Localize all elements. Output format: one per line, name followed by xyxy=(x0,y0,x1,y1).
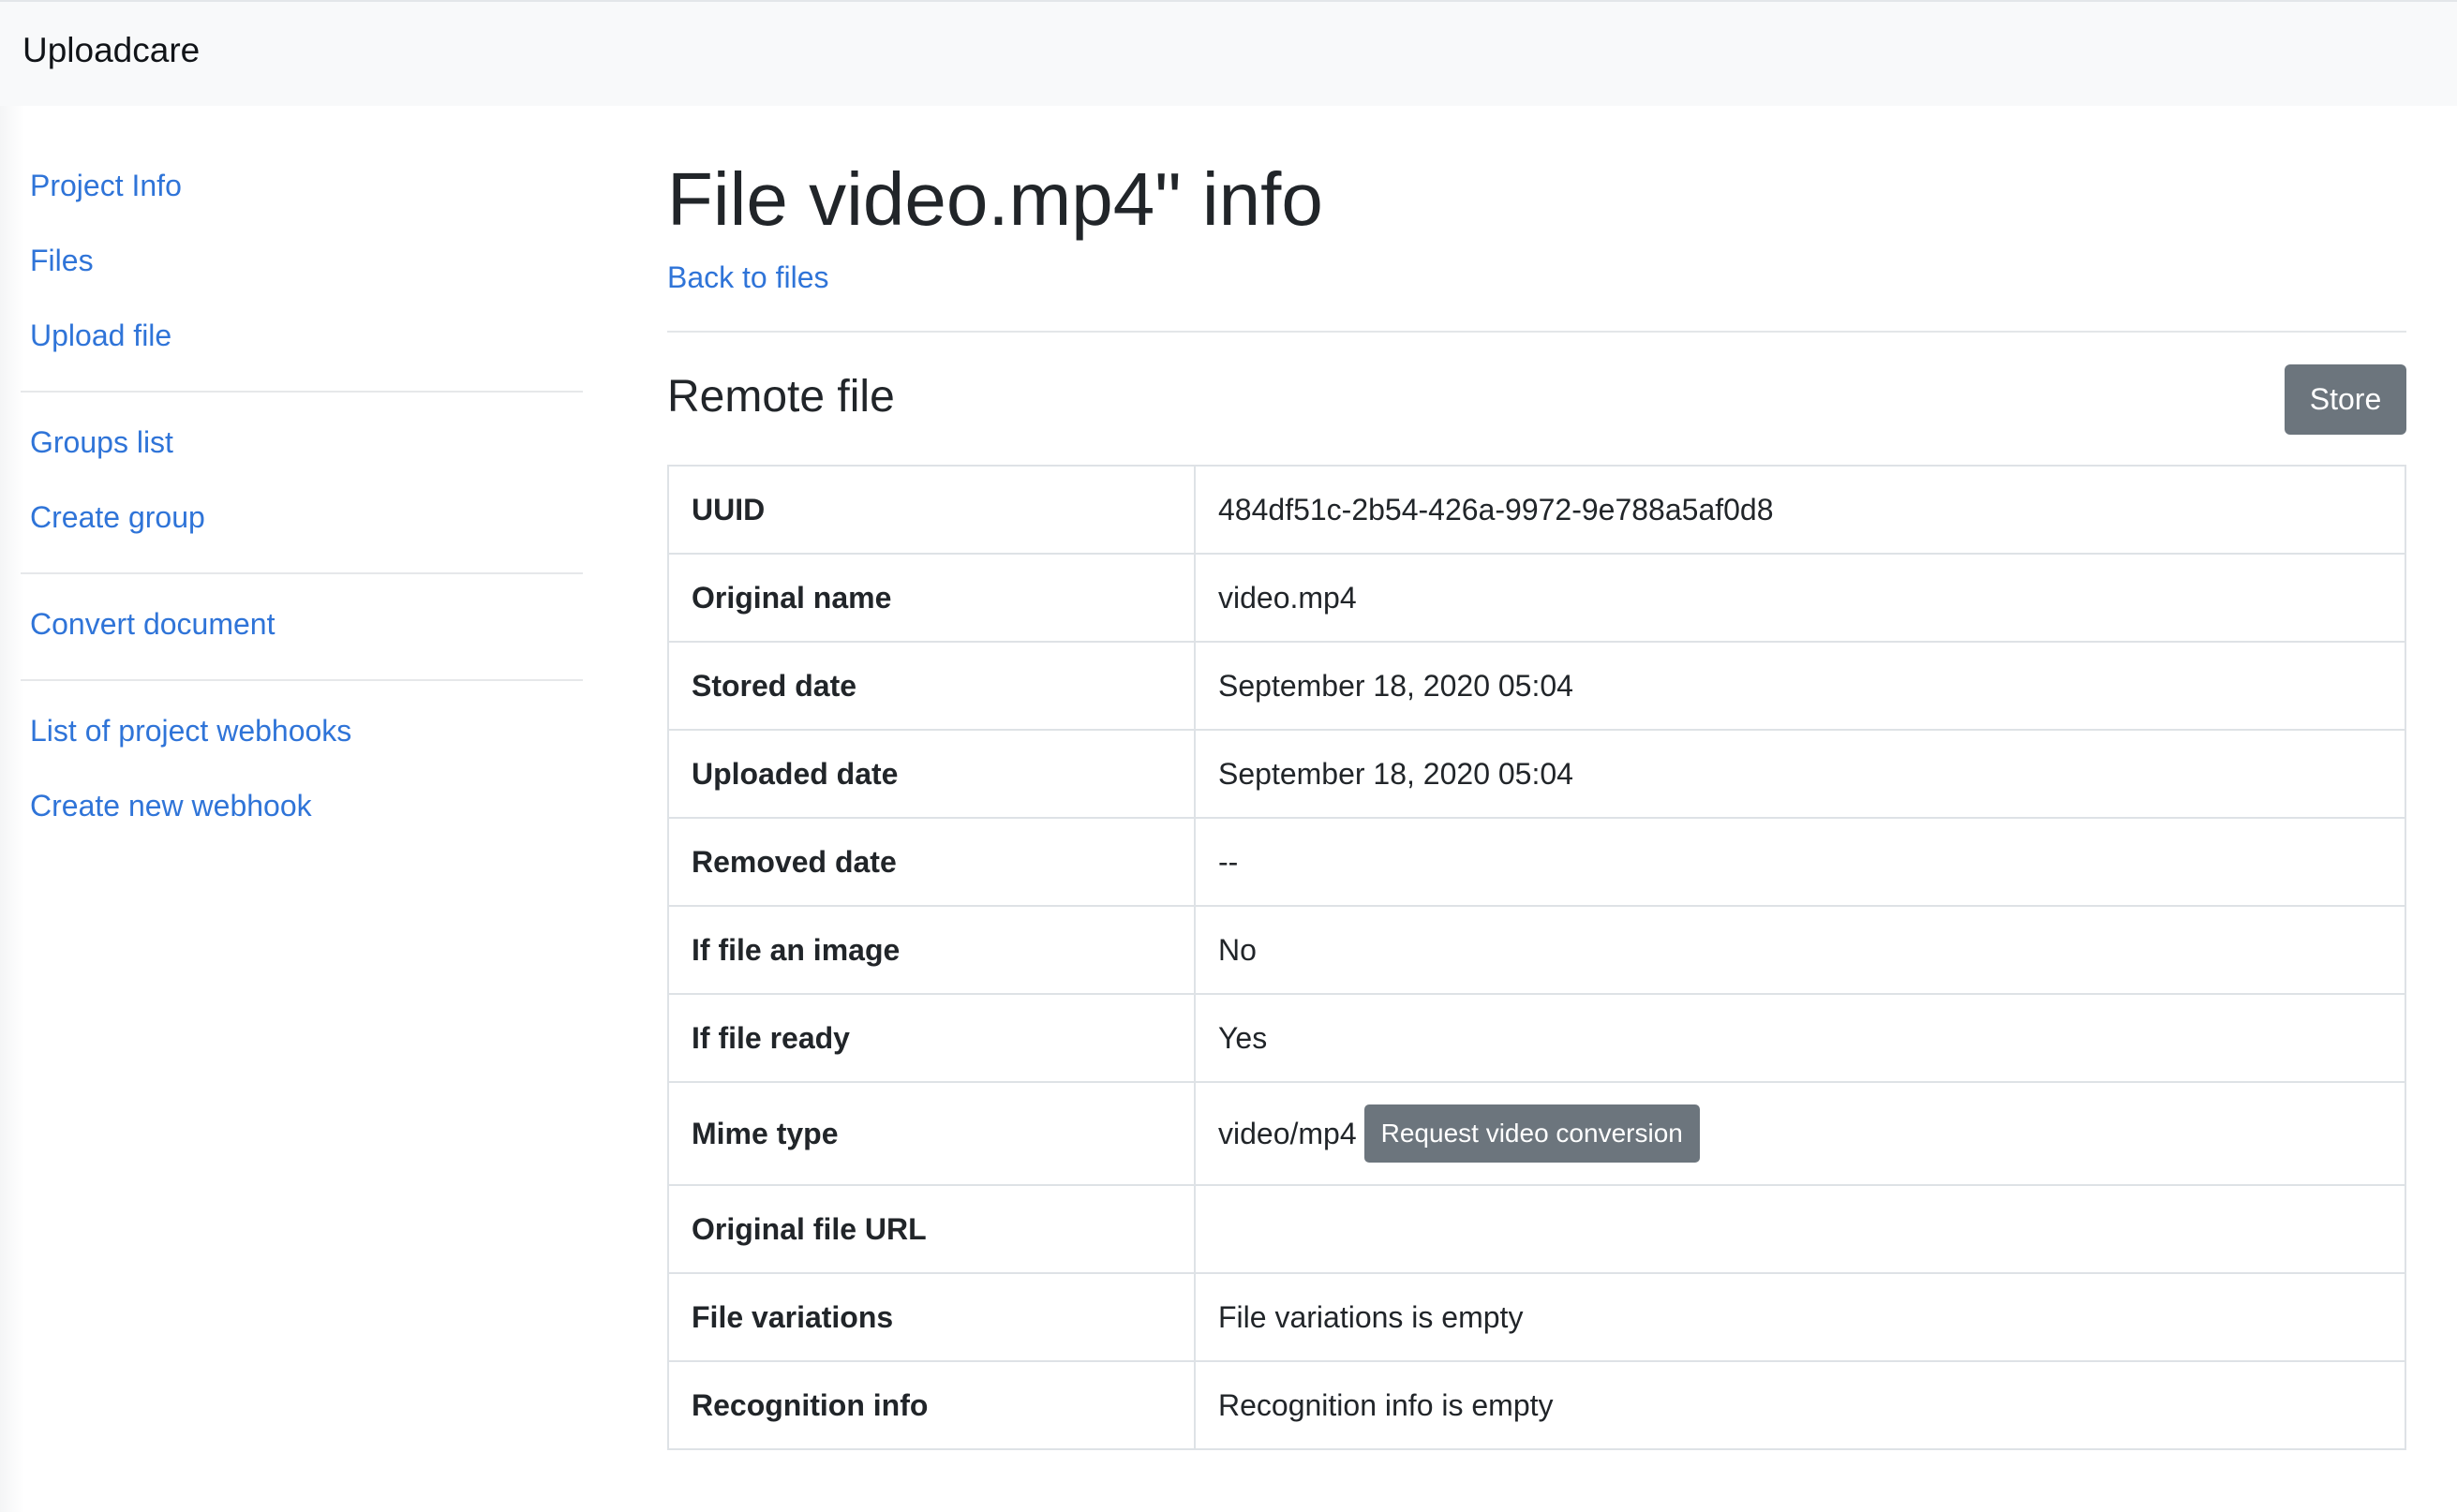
row-value xyxy=(1194,1184,2406,1274)
table-row: If file an image No xyxy=(667,905,2406,995)
row-value: September 18, 2020 05:04 xyxy=(1194,729,2406,819)
back-to-files-link[interactable]: Back to files xyxy=(667,259,829,295)
sidebar-divider xyxy=(21,572,583,574)
file-info-table: UUID 484df51c-2b54-426a-9972-9e788a5af0d… xyxy=(667,465,2406,1450)
table-row: File variations File variations is empty xyxy=(667,1272,2406,1362)
row-value: Recognition info is empty xyxy=(1194,1360,2406,1450)
row-value: File variations is empty xyxy=(1194,1272,2406,1362)
table-row: Recognition info Recognition info is emp… xyxy=(667,1360,2406,1450)
table-row: Removed date -- xyxy=(667,817,2406,907)
table-row: Original file URL xyxy=(667,1184,2406,1274)
table-row: Mime type video/mp4 Request video convers… xyxy=(667,1081,2406,1186)
table-row: Stored date September 18, 2020 05:04 xyxy=(667,641,2406,731)
sidebar-item-files[interactable]: Files xyxy=(30,243,94,278)
row-value: video.mp4 xyxy=(1194,553,2406,643)
row-value: 484df51c-2b54-426a-9972-9e788a5af0d8 xyxy=(1194,465,2406,555)
mime-type-value: video/mp4 xyxy=(1218,1116,1357,1150)
sidebar-item-create-webhook[interactable]: Create new webhook xyxy=(30,788,312,823)
sidebar-item-list-webhooks[interactable]: List of project webhooks xyxy=(30,713,351,749)
row-label: Recognition info xyxy=(667,1360,1196,1450)
row-label: If file an image xyxy=(667,905,1196,995)
sidebar-divider xyxy=(21,391,583,393)
brand-link[interactable]: Uploadcare xyxy=(22,30,200,71)
row-label: File variations xyxy=(667,1272,1196,1362)
table-row: Uploaded date September 18, 2020 05:04 xyxy=(667,729,2406,819)
sidebar-item-create-group[interactable]: Create group xyxy=(30,499,205,535)
row-value: No xyxy=(1194,905,2406,995)
row-label: Removed date xyxy=(667,817,1196,907)
row-label: Stored date xyxy=(667,641,1196,731)
row-label: Uploaded date xyxy=(667,729,1196,819)
sidebar-item-convert-document[interactable]: Convert document xyxy=(30,606,275,642)
row-value: Yes xyxy=(1194,993,2406,1083)
mime-type-cell: video/mp4 Request video conversion xyxy=(1194,1081,2406,1186)
store-button[interactable]: Store xyxy=(2285,364,2406,435)
request-video-conversion-button[interactable]: Request video conversion xyxy=(1363,1104,1700,1163)
section-title: Remote file xyxy=(667,372,895,422)
row-label: Mime type xyxy=(667,1081,1196,1186)
row-label: Original name xyxy=(667,553,1196,643)
sidebar-divider xyxy=(21,679,583,681)
main-content: File video.mp4" info Back to files Remot… xyxy=(667,106,2406,1512)
top-navbar: Uploadcare xyxy=(0,0,2457,106)
sidebar-item-project-info[interactable]: Project Info xyxy=(30,168,182,203)
page-title: File video.mp4" info xyxy=(667,157,1323,241)
table-row: UUID 484df51c-2b54-426a-9972-9e788a5af0d… xyxy=(667,465,2406,555)
table-row: Original name video.mp4 xyxy=(667,553,2406,643)
content-divider xyxy=(667,331,2406,333)
row-label: Original file URL xyxy=(667,1184,1196,1274)
sidebar-item-upload-file[interactable]: Upload file xyxy=(30,318,171,353)
row-value: -- xyxy=(1194,817,2406,907)
row-value: September 18, 2020 05:04 xyxy=(1194,641,2406,731)
sidebar: Project Info Files Upload file Groups li… xyxy=(0,106,600,1512)
table-row: If file ready Yes xyxy=(667,993,2406,1083)
row-label: UUID xyxy=(667,465,1196,555)
row-label: If file ready xyxy=(667,993,1196,1083)
sidebar-item-groups-list[interactable]: Groups list xyxy=(30,424,173,460)
